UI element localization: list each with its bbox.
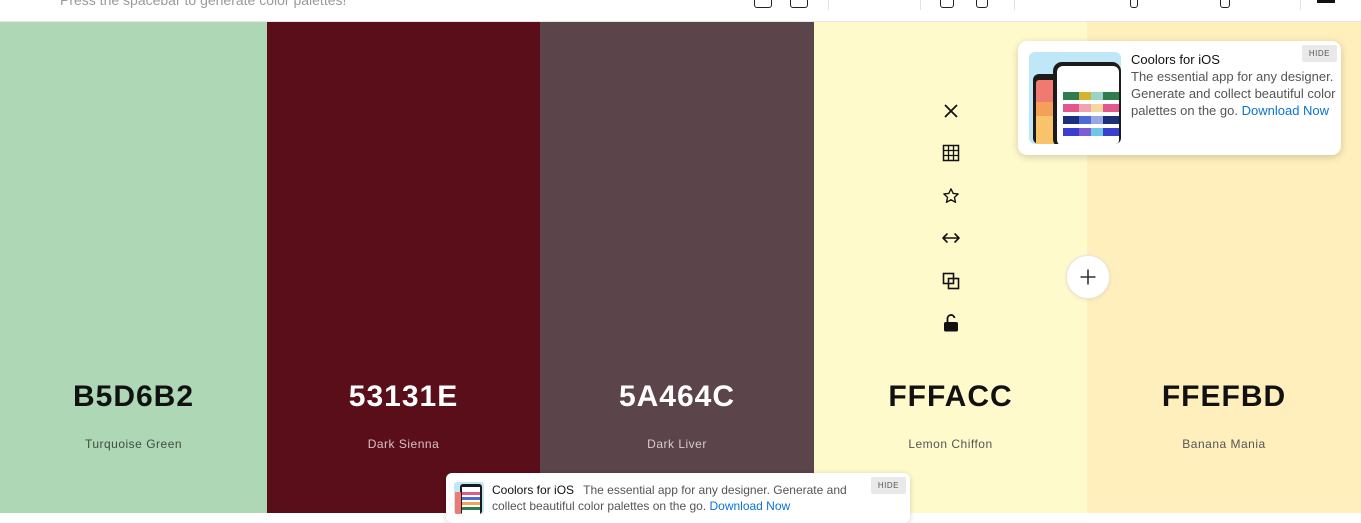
view-shades-button[interactable] bbox=[936, 138, 966, 168]
settings-icon[interactable] bbox=[940, 0, 954, 8]
app-preview-image bbox=[454, 482, 484, 514]
hide-ad-button[interactable]: HIDE bbox=[1301, 45, 1337, 62]
menu-icon[interactable] bbox=[1317, 0, 1335, 3]
ad-description: The essential app for any designer. Gene… bbox=[1131, 68, 1336, 119]
ad-bar-text: Coolors for iOS The essential app for an… bbox=[492, 482, 852, 514]
save-icon[interactable] bbox=[1220, 0, 1230, 8]
color-hex[interactable]: 5A464C bbox=[540, 380, 814, 414]
lock-color-button[interactable] bbox=[936, 308, 966, 338]
view-icon[interactable] bbox=[790, 0, 808, 8]
color-name[interactable]: Turquoise Green bbox=[0, 437, 267, 451]
export-icon[interactable] bbox=[754, 0, 772, 8]
pin-icon[interactable] bbox=[1130, 0, 1138, 8]
ios-app-ad-bar[interactable]: Coolors for iOS The essential app for an… bbox=[446, 473, 910, 523]
hint-text: Press the spacebar to generate color pal… bbox=[60, 0, 347, 8]
color-hex[interactable]: 53131E bbox=[267, 380, 540, 414]
hide-ad-button[interactable]: HIDE bbox=[870, 477, 906, 494]
copy-hex-button[interactable] bbox=[936, 266, 966, 296]
ios-app-ad-card[interactable]: Coolors for iOS The essential app for an… bbox=[1018, 41, 1341, 155]
ad-title: Coolors for iOS bbox=[1131, 52, 1220, 67]
color-hex[interactable]: FFEFBD bbox=[1087, 380, 1361, 414]
color-name[interactable]: Dark Liver bbox=[540, 437, 814, 451]
unlock-icon bbox=[944, 314, 958, 332]
phone-mockup-icon bbox=[455, 484, 482, 514]
divider bbox=[920, 0, 921, 10]
phone-mockup-icon bbox=[1033, 62, 1121, 144]
favorite-color-button[interactable] bbox=[936, 181, 966, 211]
star-icon bbox=[943, 188, 959, 203]
plus-icon bbox=[1080, 269, 1096, 285]
grid-icon bbox=[942, 144, 960, 162]
add-color-button[interactable] bbox=[1066, 255, 1110, 299]
color-name[interactable]: Dark Sienna bbox=[267, 437, 540, 451]
camera-icon[interactable] bbox=[976, 0, 988, 8]
download-link[interactable]: Download Now bbox=[709, 499, 790, 513]
color-column[interactable]: B5D6B2 Turquoise Green bbox=[0, 22, 267, 513]
divider bbox=[828, 0, 829, 10]
app-preview-image bbox=[1029, 52, 1121, 144]
color-hex[interactable]: FFFACC bbox=[814, 380, 1087, 414]
color-column[interactable]: 53131E Dark Sienna bbox=[267, 22, 540, 513]
close-icon bbox=[944, 104, 958, 118]
color-column[interactable]: 5A464C Dark Liver bbox=[540, 22, 814, 513]
remove-color-button[interactable] bbox=[936, 96, 966, 126]
color-hex[interactable]: B5D6B2 bbox=[0, 380, 267, 414]
divider bbox=[1300, 0, 1301, 10]
copy-icon bbox=[942, 272, 960, 290]
ad-title: Coolors for iOS bbox=[492, 483, 575, 497]
download-link[interactable]: Download Now bbox=[1242, 103, 1329, 118]
drag-button[interactable] bbox=[936, 223, 966, 253]
color-name[interactable]: Lemon Chiffon bbox=[814, 437, 1087, 451]
arrows-horizontal-icon bbox=[942, 233, 960, 243]
divider bbox=[1014, 0, 1015, 10]
top-toolbar: Press the spacebar to generate color pal… bbox=[0, 0, 1361, 22]
color-name[interactable]: Banana Mania bbox=[1087, 437, 1361, 451]
